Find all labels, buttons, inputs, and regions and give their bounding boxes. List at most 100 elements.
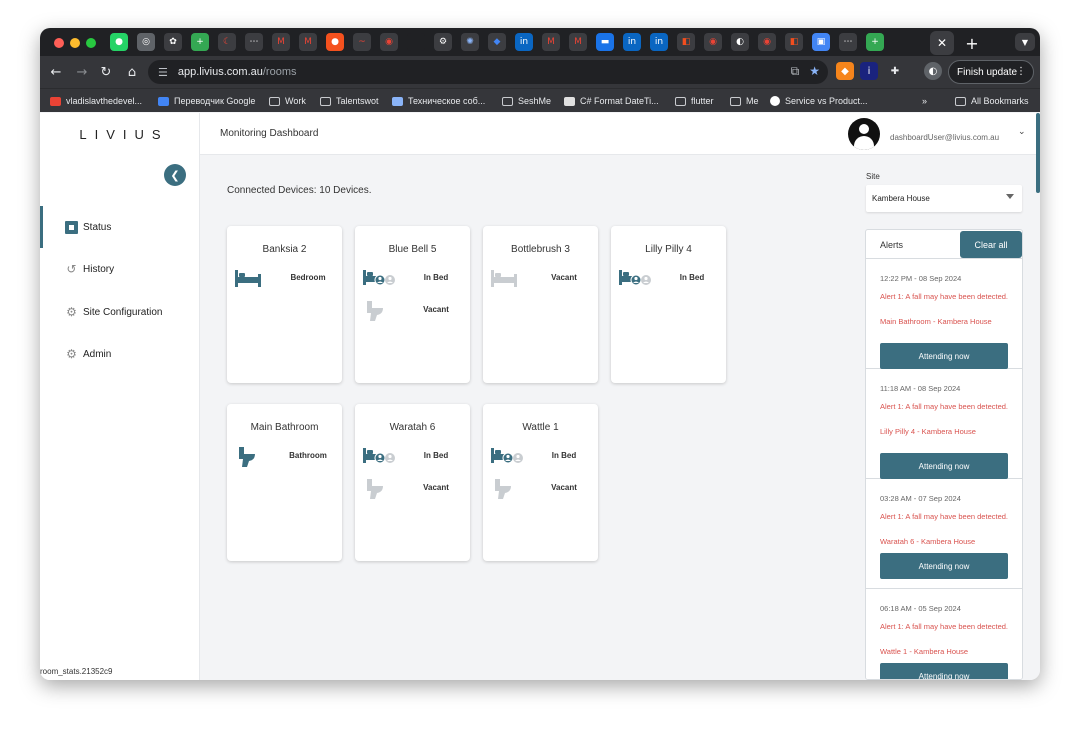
translate-icon (158, 96, 169, 106)
alert-location: Waratah 6 - Kambera House (880, 537, 976, 546)
chevron-down-icon[interactable]: ⌄ (1018, 127, 1026, 137)
gmail-tab-icon[interactable]: M (299, 33, 317, 51)
whatsapp-tab-icon[interactable]: ● (110, 33, 128, 51)
site-select-value: Kambera House (872, 194, 930, 203)
attending-now-button[interactable]: Attending now (880, 343, 1008, 369)
device-status: In Bed (355, 268, 470, 288)
tab-icon[interactable]: ◎ (137, 33, 155, 51)
close-window-button[interactable] (54, 38, 64, 48)
connected-devices-count: Connected Devices: 10 Devices. (227, 185, 372, 196)
folder-icon (955, 96, 966, 106)
alert-item: 12:22 PM - 08 Sep 2024 Alert 1: A fall ma… (866, 259, 1022, 369)
new-tab-button[interactable]: + (960, 31, 984, 55)
figma-tab-icon[interactable]: ◧ (785, 33, 803, 51)
sidebar-item-site-configuration[interactable]: ⚙ Site Configuration (40, 291, 200, 333)
maximize-window-button[interactable] (86, 38, 96, 48)
room-card[interactable]: Blue Bell 5 In Bed Vacant (355, 226, 470, 383)
tab-icon[interactable]: ▣ (812, 33, 830, 51)
tab-icon[interactable]: ~ (353, 33, 371, 51)
linkedin-tab-icon[interactable]: in (650, 33, 668, 51)
gmail-tab-icon[interactable]: M (272, 33, 290, 51)
figma-tab-icon[interactable]: ◧ (677, 33, 695, 51)
tab-icon[interactable]: ⋯ (245, 33, 263, 51)
install-app-icon[interactable]: ⧉ (791, 64, 800, 79)
room-card[interactable]: Lilly Pilly 4 In Bed (611, 226, 726, 383)
room-card[interactable]: Main Bathroom Bathroom (227, 404, 342, 561)
back-button[interactable]: ← (46, 62, 66, 82)
forward-button[interactable]: → (72, 62, 92, 82)
all-bookmarks-button[interactable]: All Bookmarks (955, 94, 1029, 108)
bookmark-item[interactable]: Service vs Product... (770, 94, 868, 108)
tab-icon[interactable]: + (191, 33, 209, 51)
tab-icon[interactable]: ✿ (164, 33, 182, 51)
tab-icon[interactable] (407, 33, 425, 51)
tab-icon[interactable]: ◆ (488, 33, 506, 51)
bookmark-item[interactable]: C# Format DateTi... (564, 94, 659, 108)
tab-icon[interactable]: ✺ (461, 33, 479, 51)
close-tab-button[interactable]: ✕ (930, 31, 954, 55)
bookmark-star-icon[interactable]: ★ (809, 64, 820, 79)
sidebar-item-history[interactable]: ↺ History (40, 248, 200, 290)
site-select[interactable]: Kambera House (866, 185, 1022, 212)
room-card[interactable]: Bottlebrush 3 Vacant (483, 226, 598, 383)
bookmarks-overflow-button[interactable]: » (922, 94, 927, 108)
tab-icon[interactable]: ◉ (704, 33, 722, 51)
home-button[interactable]: ⌂ (122, 62, 142, 82)
bookmark-item[interactable]: Work (269, 94, 306, 108)
extension-icon[interactable]: i (860, 62, 878, 80)
tab-icon[interactable]: ⚙ (434, 33, 452, 51)
user-email[interactable]: dashboardUser@livius.com.au (890, 133, 999, 142)
room-card[interactable]: Banksia 2 Bedroom (227, 226, 342, 383)
gmail-tab-icon[interactable]: M (542, 33, 560, 51)
bookmark-item[interactable]: Me (730, 94, 759, 108)
bookmark-item[interactable]: Переводчик Google (158, 94, 255, 108)
tab-icon[interactable]: ☾ (218, 33, 236, 51)
sheets-tab-icon[interactable]: + (866, 33, 884, 51)
bed-icon (234, 268, 268, 288)
extensions-puzzle-icon[interactable]: ✚ (886, 62, 904, 80)
attending-now-button[interactable]: Attending now (880, 453, 1008, 479)
gmail-tab-icon[interactable]: M (569, 33, 587, 51)
clear-all-button[interactable]: Clear all (960, 231, 1022, 258)
bookmark-item[interactable]: SeshMe (502, 94, 551, 108)
site-info-icon[interactable]: ☰ (158, 66, 168, 79)
device-status: Bedroom (227, 268, 342, 288)
alert-location: Wattle 1 - Kambera House (880, 647, 969, 656)
gmail-icon (50, 96, 61, 106)
address-bar[interactable]: ☰ app.livius.com.au/rooms ⧉ ★ (148, 60, 828, 84)
linkedin-tab-icon[interactable]: in (515, 33, 533, 51)
tab-search-button[interactable]: ▼ (1015, 33, 1035, 51)
minimize-window-button[interactable] (70, 38, 80, 48)
alert-message: Alert 1: A fall may have been detected. (880, 622, 1008, 631)
bookmark-item[interactable]: flutter (675, 94, 714, 108)
room-card[interactable]: Wattle 1 In Bed Vacant (483, 404, 598, 561)
linkedin-tab-icon[interactable]: in (623, 33, 641, 51)
tab-icon[interactable]: ⋯ (839, 33, 857, 51)
bookmark-item[interactable]: Talentswot (320, 94, 379, 108)
tab-icon[interactable]: ● (326, 33, 344, 51)
sidebar-item-admin[interactable]: ⚙ Admin (40, 333, 200, 375)
collapse-sidebar-button[interactable]: ❮ (164, 164, 186, 186)
device-status: Vacant (483, 268, 598, 288)
reload-button[interactable]: ↻ (96, 62, 116, 82)
bookmark-item[interactable]: Техническое соб... (392, 94, 485, 108)
profile-icon[interactable]: ◐ (924, 62, 942, 80)
room-name: Blue Bell 5 (388, 244, 437, 255)
page-scrollbar[interactable] (1036, 113, 1040, 193)
room-card[interactable]: Waratah 6 In Bed Vacant (355, 404, 470, 561)
device-status-label: Vacant (423, 305, 449, 314)
avatar[interactable] (848, 118, 880, 150)
sidebar-item-status[interactable]: Status (40, 206, 200, 248)
tab-icon[interactable]: ◉ (758, 33, 776, 51)
tab-icon[interactable]: ▬ (596, 33, 614, 51)
tab-icon[interactable]: ◐ (731, 33, 749, 51)
bookmark-item[interactable]: vladislavthedevel... (50, 94, 142, 108)
device-status-label: In Bed (423, 451, 449, 460)
attending-now-button[interactable]: Attending now (880, 553, 1008, 579)
tab-icon[interactable]: ◉ (380, 33, 398, 51)
gear-icon: ⚙ (66, 305, 77, 319)
alert-item: 03:28 AM - 07 Sep 2024 Alert 1: A fall ma… (866, 479, 1022, 589)
attending-now-button[interactable]: Attending now (880, 663, 1008, 679)
metamask-extension-icon[interactable]: ◆ (836, 62, 854, 80)
finish-update-button[interactable]: Finish update ⋮ (948, 60, 1034, 84)
